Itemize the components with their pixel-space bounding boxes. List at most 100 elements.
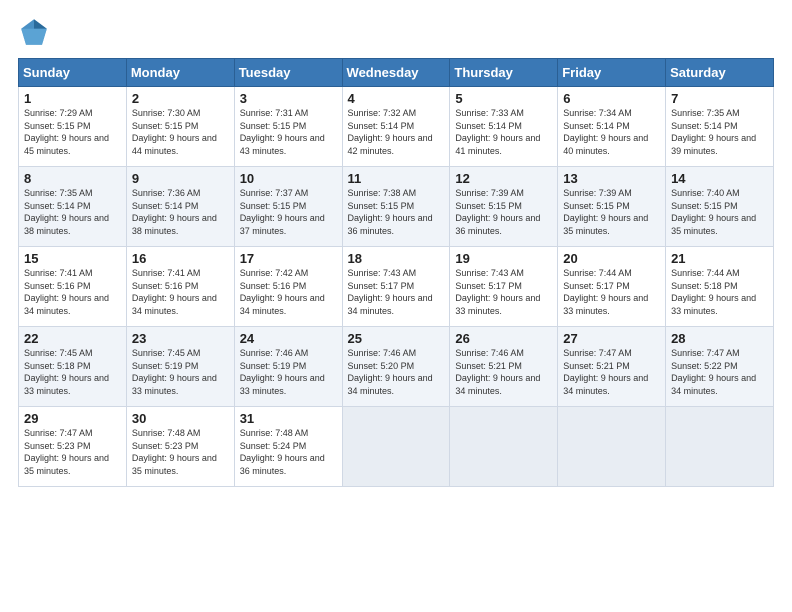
weekday-sunday: Sunday: [19, 59, 127, 87]
calendar-week-5: 29Sunrise: 7:47 AMSunset: 5:23 PMDayligh…: [19, 407, 774, 487]
day-number: 25: [348, 331, 445, 346]
calendar-cell: 16Sunrise: 7:41 AMSunset: 5:16 PMDayligh…: [126, 247, 234, 327]
day-number: 30: [132, 411, 229, 426]
calendar-cell: 10Sunrise: 7:37 AMSunset: 5:15 PMDayligh…: [234, 167, 342, 247]
calendar-cell: 1Sunrise: 7:29 AMSunset: 5:15 PMDaylight…: [19, 87, 127, 167]
cell-details: Sunrise: 7:29 AMSunset: 5:15 PMDaylight:…: [24, 107, 121, 157]
logo-area: [18, 16, 54, 48]
day-number: 31: [240, 411, 337, 426]
cell-details: Sunrise: 7:45 AMSunset: 5:18 PMDaylight:…: [24, 347, 121, 397]
cell-details: Sunrise: 7:34 AMSunset: 5:14 PMDaylight:…: [563, 107, 660, 157]
calendar-week-4: 22Sunrise: 7:45 AMSunset: 5:18 PMDayligh…: [19, 327, 774, 407]
day-number: 18: [348, 251, 445, 266]
cell-details: Sunrise: 7:44 AMSunset: 5:18 PMDaylight:…: [671, 267, 768, 317]
calendar-cell: 7Sunrise: 7:35 AMSunset: 5:14 PMDaylight…: [666, 87, 774, 167]
header: [18, 16, 774, 48]
cell-details: Sunrise: 7:43 AMSunset: 5:17 PMDaylight:…: [348, 267, 445, 317]
calendar-cell: [342, 407, 450, 487]
day-number: 7: [671, 91, 768, 106]
cell-details: Sunrise: 7:35 AMSunset: 5:14 PMDaylight:…: [671, 107, 768, 157]
day-number: 3: [240, 91, 337, 106]
cell-details: Sunrise: 7:47 AMSunset: 5:23 PMDaylight:…: [24, 427, 121, 477]
cell-details: Sunrise: 7:39 AMSunset: 5:15 PMDaylight:…: [455, 187, 552, 237]
day-number: 22: [24, 331, 121, 346]
cell-details: Sunrise: 7:46 AMSunset: 5:20 PMDaylight:…: [348, 347, 445, 397]
calendar-cell: 25Sunrise: 7:46 AMSunset: 5:20 PMDayligh…: [342, 327, 450, 407]
day-number: 8: [24, 171, 121, 186]
cell-details: Sunrise: 7:38 AMSunset: 5:15 PMDaylight:…: [348, 187, 445, 237]
calendar-cell: 26Sunrise: 7:46 AMSunset: 5:21 PMDayligh…: [450, 327, 558, 407]
calendar-cell: [558, 407, 666, 487]
calendar-cell: 22Sunrise: 7:45 AMSunset: 5:18 PMDayligh…: [19, 327, 127, 407]
day-number: 28: [671, 331, 768, 346]
day-number: 14: [671, 171, 768, 186]
cell-details: Sunrise: 7:43 AMSunset: 5:17 PMDaylight:…: [455, 267, 552, 317]
weekday-saturday: Saturday: [666, 59, 774, 87]
cell-details: Sunrise: 7:39 AMSunset: 5:15 PMDaylight:…: [563, 187, 660, 237]
calendar-cell: 6Sunrise: 7:34 AMSunset: 5:14 PMDaylight…: [558, 87, 666, 167]
day-number: 23: [132, 331, 229, 346]
day-number: 2: [132, 91, 229, 106]
logo-icon: [18, 16, 50, 48]
day-number: 24: [240, 331, 337, 346]
cell-details: Sunrise: 7:47 AMSunset: 5:22 PMDaylight:…: [671, 347, 768, 397]
calendar-week-2: 8Sunrise: 7:35 AMSunset: 5:14 PMDaylight…: [19, 167, 774, 247]
calendar-cell: 3Sunrise: 7:31 AMSunset: 5:15 PMDaylight…: [234, 87, 342, 167]
day-number: 10: [240, 171, 337, 186]
day-number: 19: [455, 251, 552, 266]
calendar-cell: 2Sunrise: 7:30 AMSunset: 5:15 PMDaylight…: [126, 87, 234, 167]
cell-details: Sunrise: 7:40 AMSunset: 5:15 PMDaylight:…: [671, 187, 768, 237]
calendar-cell: 30Sunrise: 7:48 AMSunset: 5:23 PMDayligh…: [126, 407, 234, 487]
day-number: 20: [563, 251, 660, 266]
calendar-cell: 19Sunrise: 7:43 AMSunset: 5:17 PMDayligh…: [450, 247, 558, 327]
calendar-cell: 15Sunrise: 7:41 AMSunset: 5:16 PMDayligh…: [19, 247, 127, 327]
calendar-cell: 24Sunrise: 7:46 AMSunset: 5:19 PMDayligh…: [234, 327, 342, 407]
calendar-week-3: 15Sunrise: 7:41 AMSunset: 5:16 PMDayligh…: [19, 247, 774, 327]
day-number: 1: [24, 91, 121, 106]
calendar-cell: 21Sunrise: 7:44 AMSunset: 5:18 PMDayligh…: [666, 247, 774, 327]
day-number: 4: [348, 91, 445, 106]
day-number: 27: [563, 331, 660, 346]
weekday-thursday: Thursday: [450, 59, 558, 87]
cell-details: Sunrise: 7:36 AMSunset: 5:14 PMDaylight:…: [132, 187, 229, 237]
weekday-friday: Friday: [558, 59, 666, 87]
calendar-cell: 13Sunrise: 7:39 AMSunset: 5:15 PMDayligh…: [558, 167, 666, 247]
calendar-cell: 20Sunrise: 7:44 AMSunset: 5:17 PMDayligh…: [558, 247, 666, 327]
calendar-table: SundayMondayTuesdayWednesdayThursdayFrid…: [18, 58, 774, 487]
cell-details: Sunrise: 7:32 AMSunset: 5:14 PMDaylight:…: [348, 107, 445, 157]
calendar-cell: 4Sunrise: 7:32 AMSunset: 5:14 PMDaylight…: [342, 87, 450, 167]
calendar-cell: 14Sunrise: 7:40 AMSunset: 5:15 PMDayligh…: [666, 167, 774, 247]
weekday-monday: Monday: [126, 59, 234, 87]
day-number: 21: [671, 251, 768, 266]
cell-details: Sunrise: 7:46 AMSunset: 5:19 PMDaylight:…: [240, 347, 337, 397]
calendar-body: 1Sunrise: 7:29 AMSunset: 5:15 PMDaylight…: [19, 87, 774, 487]
cell-details: Sunrise: 7:37 AMSunset: 5:15 PMDaylight:…: [240, 187, 337, 237]
cell-details: Sunrise: 7:41 AMSunset: 5:16 PMDaylight:…: [132, 267, 229, 317]
calendar-header: SundayMondayTuesdayWednesdayThursdayFrid…: [19, 59, 774, 87]
day-number: 12: [455, 171, 552, 186]
cell-details: Sunrise: 7:30 AMSunset: 5:15 PMDaylight:…: [132, 107, 229, 157]
cell-details: Sunrise: 7:45 AMSunset: 5:19 PMDaylight:…: [132, 347, 229, 397]
day-number: 13: [563, 171, 660, 186]
cell-details: Sunrise: 7:41 AMSunset: 5:16 PMDaylight:…: [24, 267, 121, 317]
day-number: 11: [348, 171, 445, 186]
day-number: 26: [455, 331, 552, 346]
cell-details: Sunrise: 7:44 AMSunset: 5:17 PMDaylight:…: [563, 267, 660, 317]
calendar-cell: 8Sunrise: 7:35 AMSunset: 5:14 PMDaylight…: [19, 167, 127, 247]
cell-details: Sunrise: 7:42 AMSunset: 5:16 PMDaylight:…: [240, 267, 337, 317]
cell-details: Sunrise: 7:33 AMSunset: 5:14 PMDaylight:…: [455, 107, 552, 157]
cell-details: Sunrise: 7:48 AMSunset: 5:23 PMDaylight:…: [132, 427, 229, 477]
calendar-cell: [666, 407, 774, 487]
cell-details: Sunrise: 7:47 AMSunset: 5:21 PMDaylight:…: [563, 347, 660, 397]
weekday-tuesday: Tuesday: [234, 59, 342, 87]
day-number: 17: [240, 251, 337, 266]
calendar-cell: 12Sunrise: 7:39 AMSunset: 5:15 PMDayligh…: [450, 167, 558, 247]
calendar-cell: 17Sunrise: 7:42 AMSunset: 5:16 PMDayligh…: [234, 247, 342, 327]
cell-details: Sunrise: 7:31 AMSunset: 5:15 PMDaylight:…: [240, 107, 337, 157]
cell-details: Sunrise: 7:35 AMSunset: 5:14 PMDaylight:…: [24, 187, 121, 237]
day-number: 5: [455, 91, 552, 106]
calendar-page: SundayMondayTuesdayWednesdayThursdayFrid…: [0, 0, 792, 612]
day-number: 15: [24, 251, 121, 266]
calendar-cell: 9Sunrise: 7:36 AMSunset: 5:14 PMDaylight…: [126, 167, 234, 247]
day-number: 16: [132, 251, 229, 266]
